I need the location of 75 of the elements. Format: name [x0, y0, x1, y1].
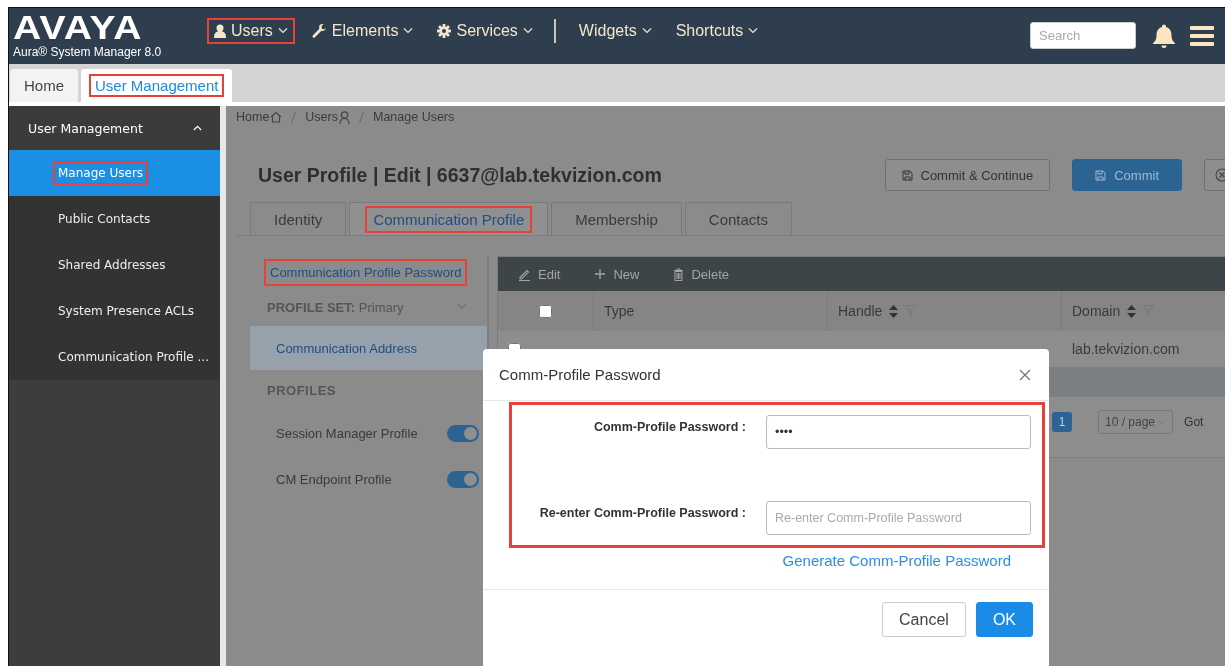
sidebar-item[interactable]: Public Contacts: [9, 196, 220, 242]
close-circle-icon: [1215, 168, 1225, 182]
toggle-switch[interactable]: [447, 470, 479, 488]
nav-menu[interactable]: Services: [432, 20, 538, 42]
input-field[interactable]: Re-enter Comm-Profile Password: [766, 501, 1031, 535]
slash-icon: [359, 111, 364, 123]
plus-icon: [594, 268, 607, 280]
column-header[interactable]: Type: [604, 303, 635, 319]
commit-continue-button[interactable]: Commit & Continue: [884, 159, 1051, 191]
tab[interactable]: Membership: [551, 202, 682, 235]
sort-icon: [889, 304, 899, 318]
user-icon: [214, 24, 226, 38]
checkbox[interactable]: [539, 304, 552, 318]
bell-icon: [1152, 23, 1176, 49]
column-header[interactable]: Domain: [1072, 303, 1121, 319]
home-icon: [270, 111, 283, 123]
nav-menu[interactable]: Widgets: [573, 20, 657, 42]
sidebar-item[interactable]: Shared Addresses: [9, 242, 220, 288]
breadcrumb-link[interactable]: Manage Users: [373, 110, 455, 124]
tab[interactable]: Home: [10, 69, 78, 102]
field-label: Re-enter Comm-Profile Password :: [538, 506, 746, 520]
product-name: Aura® System Manager 8.0: [13, 45, 163, 59]
commit-button[interactable]: Commit: [1072, 159, 1182, 191]
save-icon: [1095, 169, 1107, 181]
sidebar-item[interactable]: System Presence ACLs: [9, 288, 220, 334]
nav-menu[interactable]: Users: [209, 20, 293, 42]
chevron-down-icon: [748, 28, 759, 34]
chevron-down-icon: [522, 28, 533, 34]
user-icon: [339, 110, 350, 124]
table-cell: lab.tekvizion.com: [1072, 341, 1180, 357]
chevron-down-icon: [277, 28, 288, 34]
toolbar-button[interactable]: New: [594, 266, 640, 282]
generate-password-link[interactable]: Generate Comm-Profile Password: [782, 552, 1011, 569]
column-header[interactable]: Handle: [838, 303, 883, 319]
ok-button[interactable]: OK: [975, 602, 1033, 637]
profile-password-link[interactable]: Communication Profile Password: [266, 260, 466, 284]
slash-icon: [291, 111, 297, 123]
save-icon: [901, 169, 913, 181]
chevron-up-icon: [193, 125, 202, 131]
breadcrumb-link[interactable]: Home: [236, 110, 283, 124]
input-field[interactable]: ••••: [766, 415, 1031, 449]
toggle-label: Session Manager Profile: [276, 425, 418, 441]
page-size-select[interactable]: 10 / page: [1098, 410, 1174, 434]
nav-menu[interactable]: Shortcuts: [670, 20, 764, 42]
pencil-icon: [518, 267, 531, 281]
close-icon: [1019, 368, 1031, 381]
gear-icon: [437, 24, 452, 38]
goto-label: Got: [1184, 415, 1204, 429]
tab[interactable]: User Management: [81, 69, 233, 102]
search-field[interactable]: Search: [1030, 21, 1136, 49]
cancel-button[interactable]: Cancel: [882, 602, 966, 637]
tab[interactable]: Identity: [250, 202, 347, 235]
sidebar-item[interactable]: Communication Profile ...: [9, 334, 220, 380]
profile-nav-item[interactable]: Communication Address: [250, 326, 487, 370]
tab[interactable]: Communication Profile: [349, 202, 549, 235]
wrench-icon: [311, 23, 327, 39]
nav-menu[interactable]: Elements: [306, 20, 419, 42]
field-label: Comm-Profile Password :: [592, 420, 746, 434]
menu-icon[interactable]: [1190, 26, 1214, 46]
page-title: User Profile | Edit | 6637@lab.tekvizion.com: [258, 163, 663, 187]
toggle-label: CM Endpoint Profile: [276, 471, 392, 487]
toolbar-button[interactable]: Delete: [673, 266, 729, 282]
trash-icon: [673, 267, 685, 281]
tab[interactable]: Contacts: [684, 202, 792, 235]
dialog-title: Comm-Profile Password: [499, 366, 661, 383]
avaya-logo: AVAYA: [13, 10, 143, 44]
page-number[interactable]: 1: [1052, 412, 1072, 432]
sort-icon: [1127, 304, 1137, 318]
toggle-switch[interactable]: [447, 424, 479, 442]
toolbar-button[interactable]: Edit: [518, 266, 561, 282]
breadcrumb-link[interactable]: Users: [305, 110, 350, 124]
chevron-down-icon: [641, 28, 652, 34]
chevron-down-icon: [403, 28, 414, 34]
sidebar-item[interactable]: Manage Users: [9, 150, 220, 196]
chevron-down-icon: [457, 304, 467, 310]
